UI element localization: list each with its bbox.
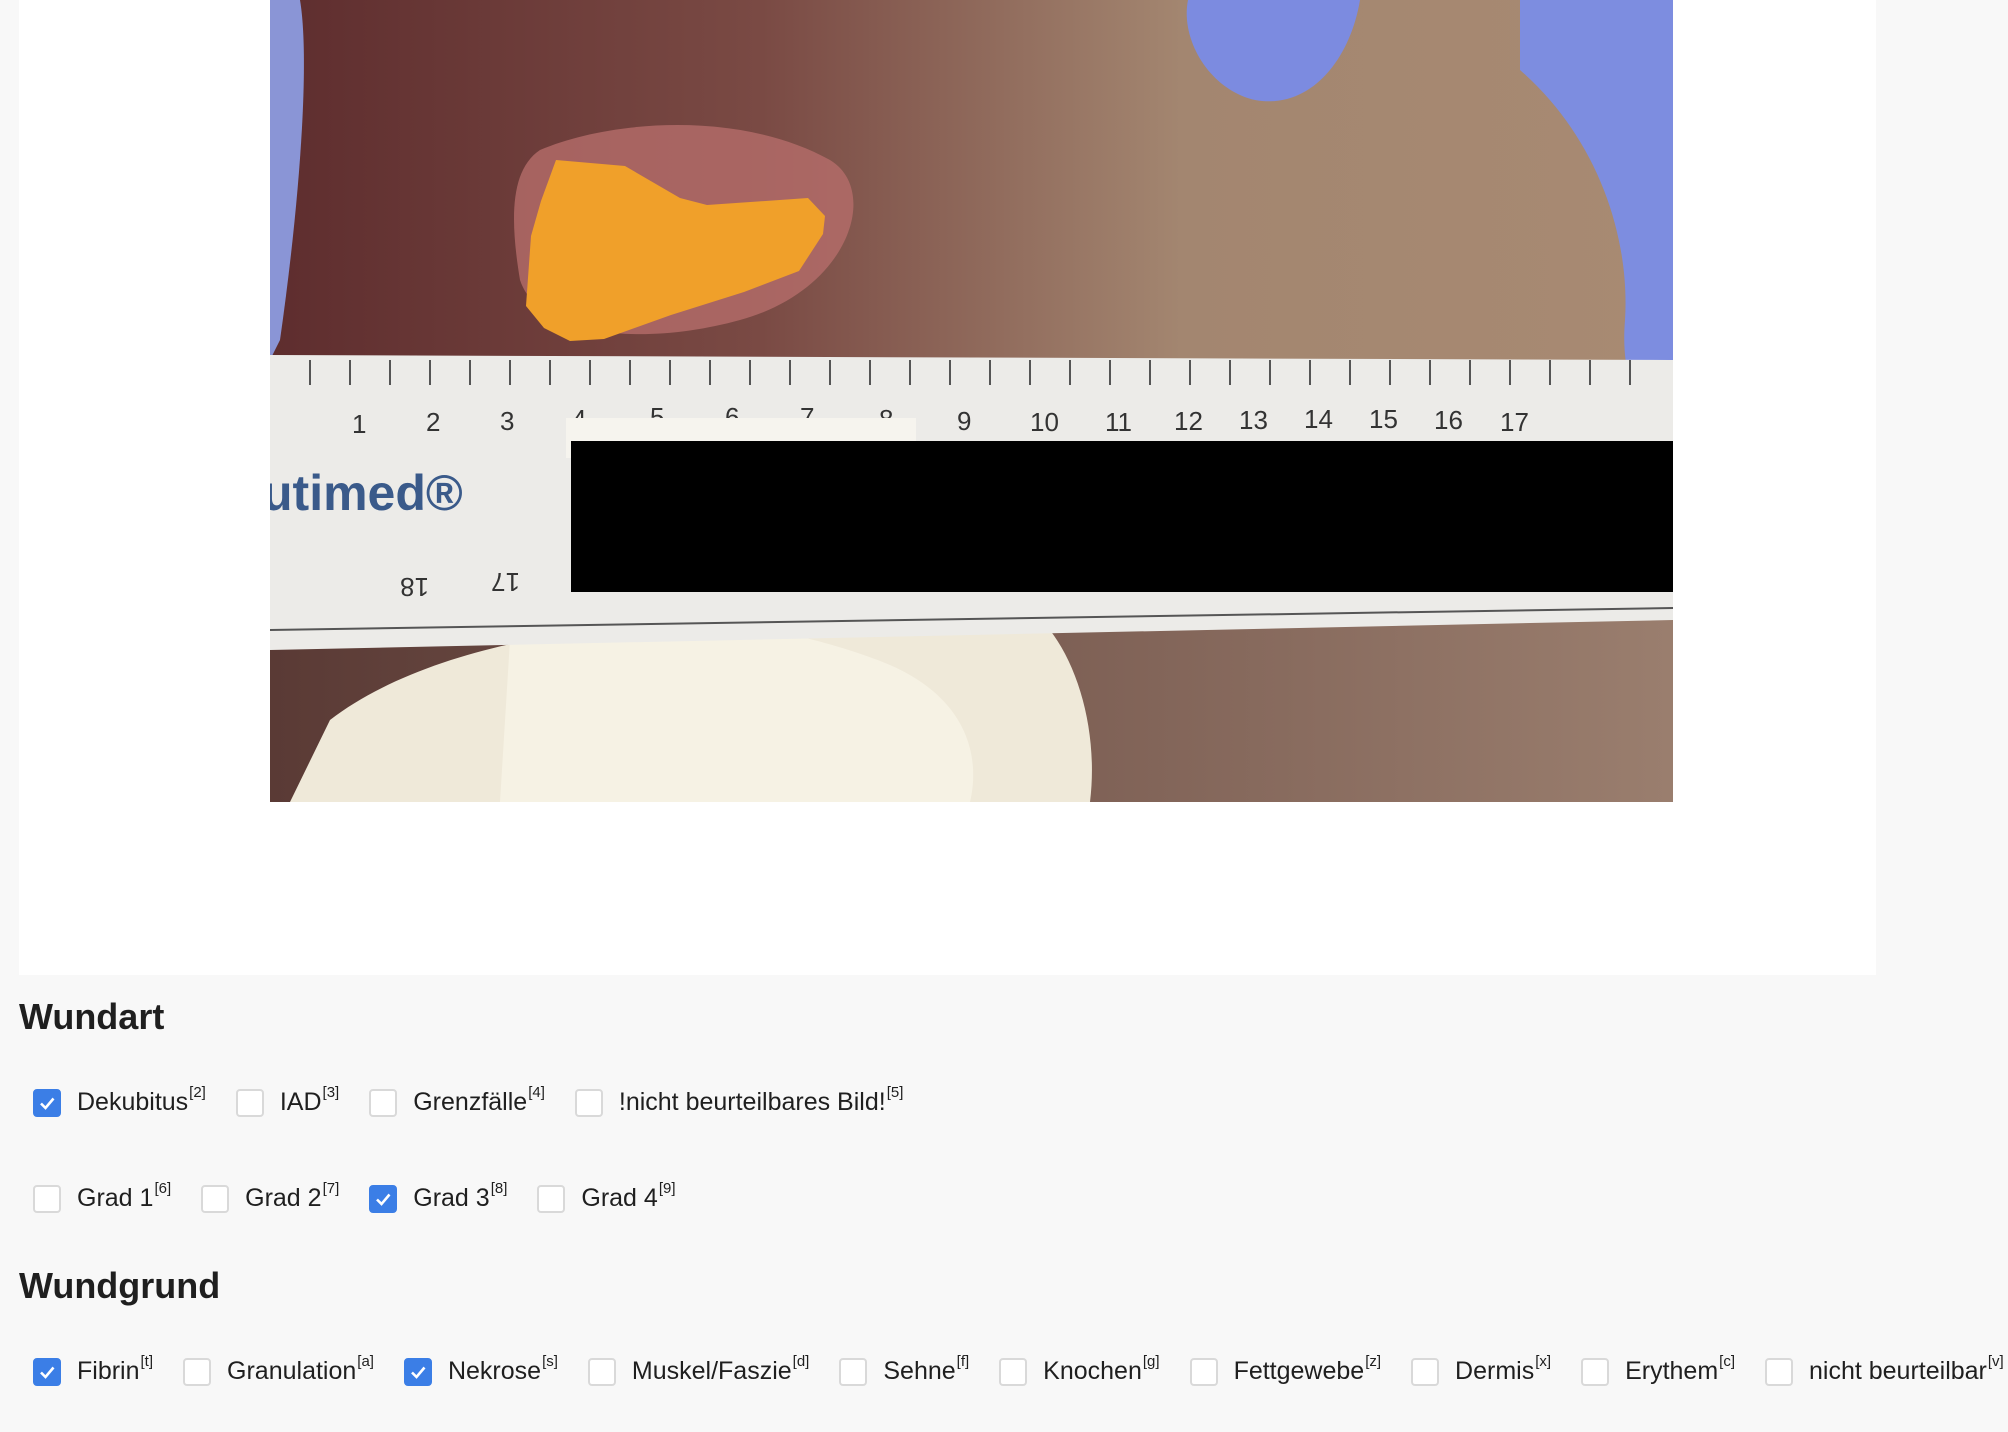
checkbox[interactable] (369, 1184, 398, 1213)
checkbox[interactable] (537, 1184, 566, 1213)
option-label: Grad 2[7] (245, 1180, 340, 1212)
svg-text:2: 2 (426, 407, 440, 437)
checkbox[interactable] (839, 1357, 868, 1386)
checkbox[interactable] (587, 1357, 616, 1386)
option-label: Grad 1[6] (77, 1180, 172, 1212)
option-label: IAD[3] (279, 1084, 340, 1116)
option-dekubitus[interactable]: Dekubitus[2] (33, 1084, 206, 1117)
checkbox[interactable] (33, 1088, 61, 1117)
checkmark-icon (411, 1366, 426, 1379)
checkbox[interactable] (235, 1088, 264, 1117)
svg-text:1: 1 (352, 409, 366, 439)
option-label: Dermis[x] (1455, 1353, 1552, 1385)
option-erythem[interactable]: Erythem[c] (1581, 1353, 1735, 1386)
checkbox[interactable] (33, 1357, 61, 1386)
svg-text:15: 15 (1369, 404, 1398, 434)
checkmark-icon (40, 1366, 55, 1379)
option-label: Sehne[f] (883, 1353, 970, 1385)
checkbox[interactable] (369, 1088, 398, 1117)
option-nekrose[interactable]: Nekrose[s] (403, 1353, 558, 1386)
ruler-brand: utimed® (270, 465, 463, 521)
checkbox[interactable] (574, 1088, 603, 1117)
option-label: Grenzfälle[4] (413, 1084, 545, 1116)
option-grad-1[interactable]: Grad 1[6] (33, 1180, 172, 1213)
svg-text:12: 12 (1174, 406, 1203, 436)
checkbox[interactable] (999, 1357, 1028, 1386)
svg-text:10: 10 (1030, 407, 1059, 437)
wundgrund-heading: Wundgrund (19, 1265, 221, 1306)
option-label: Erythem[c] (1625, 1353, 1735, 1385)
option-label: Fibrin[t] (77, 1353, 154, 1385)
svg-text:17: 17 (1500, 407, 1529, 437)
checkbox[interactable] (33, 1184, 61, 1213)
option-label: Grad 3[8] (413, 1180, 508, 1212)
grade-row: Grad 1[6] Grad 2[7] Grad 3[8] Grad 4[9] (33, 1180, 706, 1213)
option-muskel-faszie[interactable]: Muskel/Faszie[d] (587, 1353, 810, 1386)
svg-text:9: 9 (957, 406, 971, 436)
svg-text:14: 14 (1304, 404, 1333, 434)
option-grad-2[interactable]: Grad 2[7] (201, 1180, 340, 1213)
option-knochen[interactable]: Knochen[g] (999, 1353, 1160, 1386)
image-panel: 1 2 3 4 5 6 7 8 9 10 11 12 13 14 15 16 1… (19, 0, 1876, 975)
checkbox[interactable] (1581, 1357, 1610, 1386)
option-label: !nicht beurteilbares Bild![5] (618, 1084, 904, 1116)
option-grenzfaelle[interactable]: Grenzfälle[4] (369, 1084, 545, 1117)
wound-bed-row: Fibrin[t] Granulation[a] Nekrose[s] Musk… (33, 1353, 2004, 1386)
svg-text:18: 18 (400, 572, 429, 602)
checkbox[interactable] (1189, 1357, 1218, 1386)
option-granulation[interactable]: Granulation[a] (183, 1353, 374, 1386)
option-label: Grad 4[9] (581, 1180, 676, 1212)
option-nicht-beurteilbares-bild[interactable]: !nicht beurteilbares Bild![5] (574, 1084, 904, 1117)
checkbox[interactable] (403, 1357, 432, 1386)
option-label: Muskel/Faszie[d] (631, 1353, 810, 1385)
svg-text:11: 11 (1105, 407, 1132, 437)
wound-photo[interactable]: 1 2 3 4 5 6 7 8 9 10 11 12 13 14 15 16 1… (270, 0, 1673, 802)
checkbox[interactable] (1765, 1357, 1793, 1386)
option-sehne[interactable]: Sehne[f] (839, 1353, 970, 1386)
checkbox[interactable] (201, 1184, 230, 1213)
skin-area (270, 0, 1673, 360)
redaction-bar (571, 441, 1673, 592)
wundart-heading: Wundart (19, 996, 165, 1037)
checkbox[interactable] (1411, 1357, 1440, 1386)
option-grad-3[interactable]: Grad 3[8] (369, 1180, 508, 1213)
option-label: Fettgewebe[z] (1233, 1353, 1382, 1385)
checkmark-icon (376, 1193, 391, 1206)
svg-text:16: 16 (1434, 405, 1463, 435)
svg-text:17: 17 (491, 567, 520, 597)
option-iad[interactable]: IAD[3] (235, 1084, 340, 1117)
option-label: Dekubitus[2] (77, 1084, 206, 1116)
option-fibrin[interactable]: Fibrin[t] (33, 1353, 154, 1386)
svg-text:13: 13 (1239, 405, 1268, 435)
option-label: Granulation[a] (227, 1353, 374, 1385)
checkbox[interactable] (183, 1357, 212, 1386)
option-nicht-beurteilbar[interactable]: nicht beurteilbar[v] (1765, 1353, 2004, 1386)
option-grad-4[interactable]: Grad 4[9] (537, 1180, 676, 1213)
option-dermis[interactable]: Dermis[x] (1411, 1353, 1552, 1386)
checkmark-icon (40, 1097, 55, 1110)
wound-type-row: Dekubitus[2] IAD[3] Grenzfälle[4] !nicht… (33, 1084, 933, 1117)
option-label: nicht beurteilbar[v] (1809, 1353, 2004, 1385)
option-fettgewebe[interactable]: Fettgewebe[z] (1189, 1353, 1382, 1386)
option-label: Nekrose[s] (447, 1353, 558, 1385)
svg-text:3: 3 (500, 406, 514, 436)
option-label: Knochen[g] (1043, 1353, 1160, 1385)
